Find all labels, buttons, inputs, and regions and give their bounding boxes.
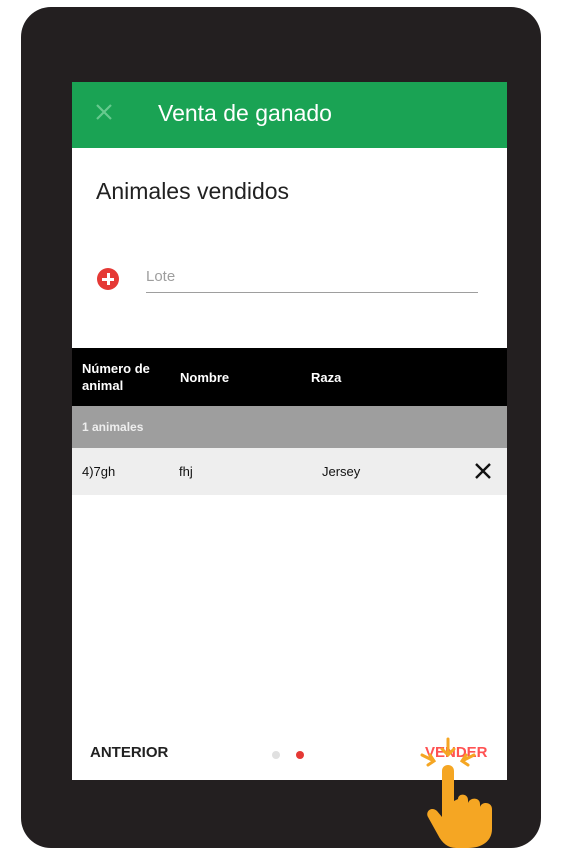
table-header: Número de animal Nombre Raza [72,348,507,406]
section-title: Animales vendidos [96,178,290,204]
lote-placeholder: Lote [146,268,176,285]
group-header: 1 animales [72,406,507,448]
column-header-nombre: Nombre [180,370,230,385]
cell-numero: 4)7gh [82,464,116,479]
group-count: 1 animales [82,420,144,434]
column-header-raza: Raza [311,370,342,385]
tap-hand-icon [420,737,492,848]
cell-nombre: fhj [179,464,193,479]
column-header-numero: Número de animal [82,361,150,393]
page-title: Venta de ganado [158,100,332,126]
add-circle-icon[interactable] [97,268,119,290]
close-icon[interactable] [94,102,114,122]
table-row[interactable]: 4)7gh fhj Jersey [72,448,507,495]
app-bar: Venta de ganado [72,82,507,148]
lote-input[interactable]: Lote [146,266,478,293]
app-screen: Venta de ganado Animales vendidos Lote N… [72,82,507,780]
page-dot-2-active [296,751,304,759]
cell-raza: Jersey [322,464,361,479]
page-dot-1 [272,751,280,759]
remove-row-icon[interactable] [474,462,492,480]
previous-button[interactable]: ANTERIOR [90,744,168,761]
